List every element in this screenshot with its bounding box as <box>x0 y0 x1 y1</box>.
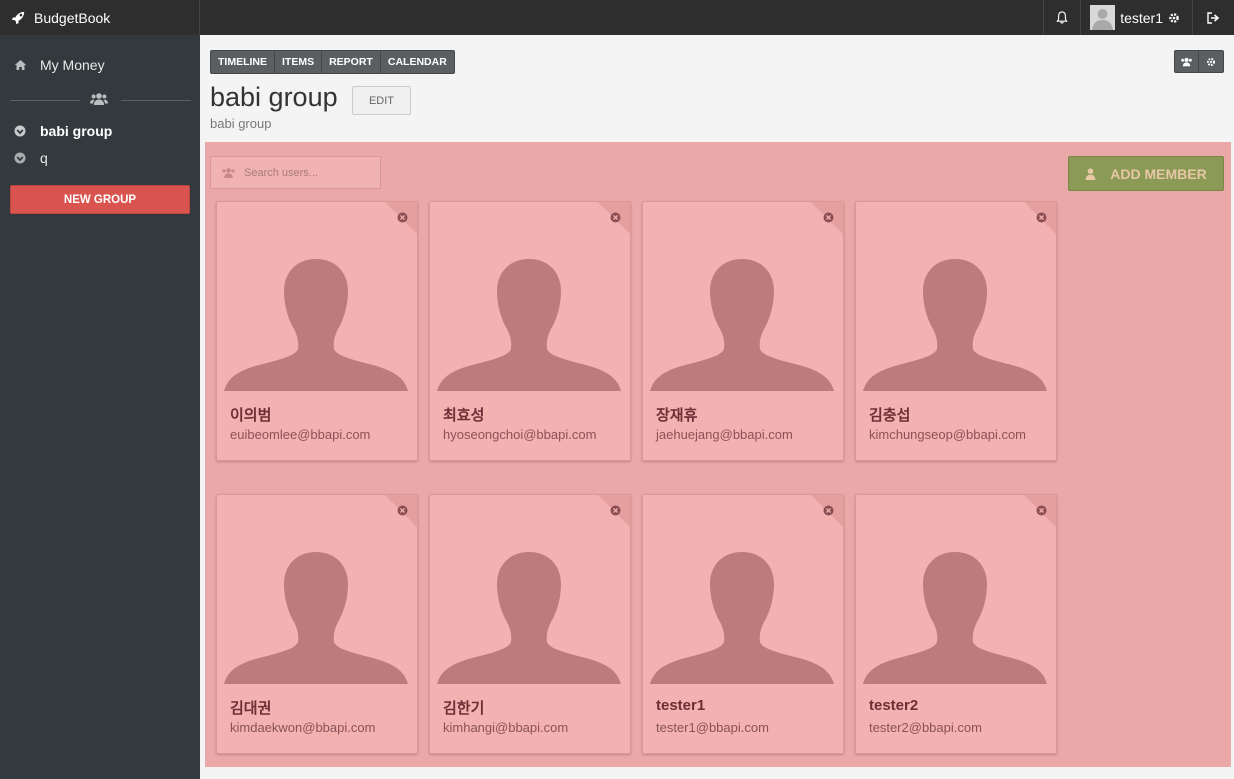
sidebar-item-label: My Money <box>40 57 105 73</box>
new-group-button[interactable]: NEW GROUP <box>10 185 190 214</box>
avatar-silhouette <box>436 249 622 396</box>
member-card[interactable]: tester1 tester1@bbapi.com <box>642 494 844 754</box>
avatar-silhouette <box>649 249 835 396</box>
tab-items[interactable]: ITEMS <box>275 51 323 73</box>
add-member-label: ADD MEMBER <box>1110 165 1207 182</box>
user-icon <box>1085 167 1096 180</box>
search-input[interactable] <box>244 166 374 179</box>
remove-member-icon[interactable] <box>1036 503 1047 516</box>
sidebar-item-label: babi group <box>40 123 113 139</box>
member-email: kimhangi@bbapi.com <box>443 720 569 735</box>
brand-name: BudgetBook <box>34 9 111 26</box>
sidebar-item-q[interactable]: q <box>0 148 200 168</box>
remove-member-icon[interactable] <box>1036 210 1047 223</box>
remove-member-icon[interactable] <box>823 503 834 516</box>
gear-icon <box>1169 12 1179 23</box>
member-card[interactable]: 김충섭 kimchungseop@bbapi.com <box>855 201 1057 461</box>
search-box[interactable] <box>210 156 381 189</box>
group-members-button[interactable] <box>1174 50 1199 73</box>
member-card[interactable]: 최효성 hyoseongchoi@bbapi.com <box>429 201 631 461</box>
member-card[interactable]: tester2 tester2@bbapi.com <box>855 494 1057 754</box>
header-actions <box>1174 50 1224 73</box>
remove-member-icon[interactable] <box>610 503 621 516</box>
avatar-silhouette <box>223 249 409 396</box>
member-email: kimchungseop@bbapi.com <box>869 427 1027 442</box>
member-name: 최효성 <box>443 407 485 424</box>
member-card[interactable]: 이의범 euibeomlee@bbapi.com <box>216 201 418 461</box>
page-title: babi group <box>210 82 338 112</box>
sign-out-icon <box>1207 11 1220 24</box>
chevron-circle-down-icon <box>14 152 26 164</box>
groups-divider <box>10 90 191 110</box>
avatar-silhouette <box>436 542 622 689</box>
rocket-icon <box>12 11 25 24</box>
remove-member-icon[interactable] <box>397 210 408 223</box>
member-name: 김충섭 <box>869 407 911 424</box>
remove-member-icon[interactable] <box>397 503 408 516</box>
member-name: 김대권 <box>230 700 272 717</box>
tab-timeline[interactable]: TIMELINE <box>211 51 275 73</box>
remove-member-icon[interactable] <box>610 210 621 223</box>
avatar-silhouette <box>223 542 409 689</box>
member-email: tester2@bbapi.com <box>869 720 982 735</box>
member-email: jaehuejang@bbapi.com <box>656 427 793 442</box>
avatar-silhouette <box>862 542 1048 689</box>
member-card[interactable]: 김한기 kimhangi@bbapi.com <box>429 494 631 754</box>
member-name: tester2 <box>869 697 919 714</box>
avatar-silhouette <box>649 542 835 689</box>
chevron-circle-down-icon <box>14 125 26 137</box>
tab-report[interactable]: REPORT <box>322 51 381 73</box>
sidebar: My Money babi group q NEW GROUP <box>0 35 200 779</box>
member-name: 장재휴 <box>656 407 698 424</box>
user-name: tester1 <box>1120 9 1163 26</box>
group-settings-button[interactable] <box>1199 50 1224 73</box>
member-name: tester1 <box>656 697 706 714</box>
remove-member-icon[interactable] <box>823 210 834 223</box>
avatar-silhouette <box>862 249 1048 396</box>
member-email: tester1@bbapi.com <box>656 720 769 735</box>
logout-button[interactable] <box>1192 0 1234 35</box>
brand[interactable]: BudgetBook <box>0 0 200 35</box>
member-email: euibeomlee@bbapi.com <box>230 427 371 442</box>
member-name: 김한기 <box>443 700 485 717</box>
user-menu[interactable]: tester1 <box>1080 0 1192 35</box>
users-icon <box>90 93 108 105</box>
add-member-button[interactable]: ADD MEMBER <box>1068 156 1224 191</box>
users-icon <box>1181 57 1192 66</box>
member-card[interactable]: 장재휴 jaehuejang@bbapi.com <box>642 201 844 461</box>
sidebar-item-my-money[interactable]: My Money <box>0 55 200 75</box>
members-panel: ADD MEMBER 이의범 euibeomlee@bbapi.com 최효성 hyo… <box>205 142 1231 767</box>
edit-button[interactable]: EDIT <box>352 86 411 115</box>
member-name: 이의범 <box>230 407 272 424</box>
notifications-button[interactable] <box>1043 0 1080 35</box>
member-email: hyoseongchoi@bbapi.com <box>443 427 597 442</box>
home-icon <box>14 60 26 70</box>
sidebar-item-label: q <box>40 150 48 166</box>
bell-icon <box>1056 11 1068 24</box>
page-subtitle: babi group <box>210 116 272 131</box>
top-bar: BudgetBook tester1 <box>0 0 1234 35</box>
sidebar-item-babi-group[interactable]: babi group <box>0 121 200 141</box>
avatar <box>1090 5 1116 30</box>
tab-calendar[interactable]: CALENDAR <box>381 51 454 73</box>
users-icon <box>222 167 235 178</box>
view-tabs: TIMELINE ITEMS REPORT CALENDAR <box>210 50 455 74</box>
member-card[interactable]: 김대권 kimdaekwon@bbapi.com <box>216 494 418 754</box>
member-email: kimdaekwon@bbapi.com <box>230 720 376 735</box>
gear-icon <box>1207 57 1215 66</box>
